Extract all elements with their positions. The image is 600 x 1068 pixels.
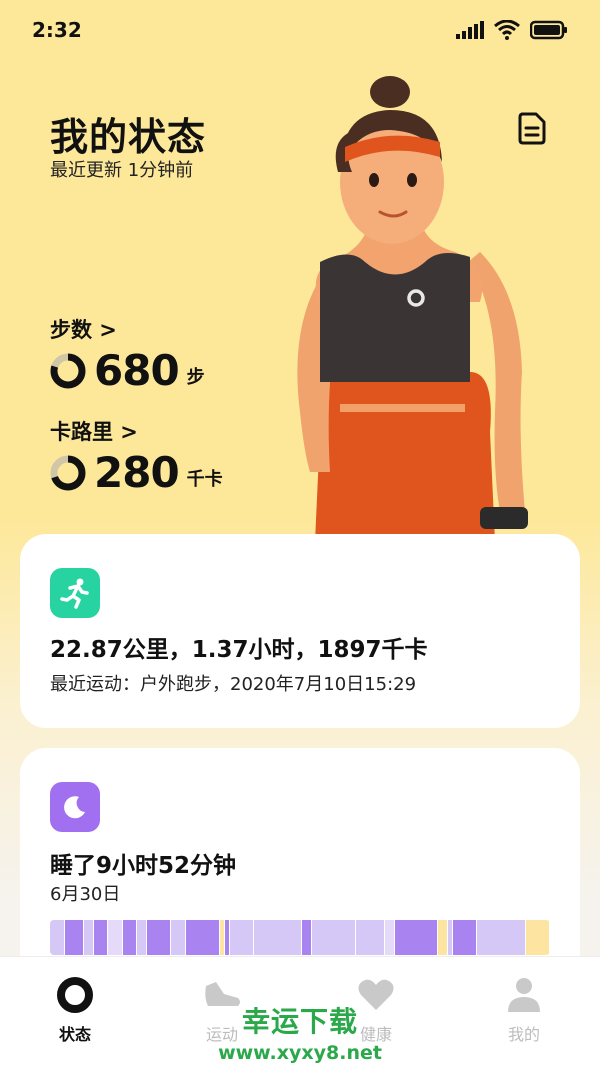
person-icon xyxy=(504,975,544,1015)
calories-link[interactable]: 卡路里 > xyxy=(50,416,138,446)
sleep-stage-bar xyxy=(50,920,550,955)
steps-unit: 步 xyxy=(186,366,205,388)
sleep-segment xyxy=(147,920,172,955)
tab-health-label: 健康 xyxy=(359,1025,392,1044)
sleep-segment xyxy=(253,920,303,955)
steps-progress-ring xyxy=(50,353,86,388)
wifi-icon xyxy=(494,20,520,40)
calories-metric: 280 千卡 xyxy=(50,448,223,497)
last-updated-text: 最近更新 1分钟前 xyxy=(50,160,194,181)
tab-workout[interactable]: 运动 xyxy=(172,975,272,1045)
moon-icon-badge xyxy=(50,782,100,832)
calories-value: 280 xyxy=(94,448,180,497)
steps-link[interactable]: 步数 > xyxy=(50,314,117,344)
workout-detail: 最近运动：户外跑步，2020年7月10日15:29 xyxy=(50,674,417,695)
status-ring-icon xyxy=(55,975,95,1015)
avatar-illustration xyxy=(297,76,528,542)
sleep-segment xyxy=(64,920,84,955)
page-title: 我的状态 xyxy=(50,115,207,159)
tab-me-label: 我的 xyxy=(507,1025,540,1044)
heart-icon xyxy=(356,975,396,1015)
sleep-segment xyxy=(50,920,65,955)
tab-me[interactable]: 我的 xyxy=(474,975,574,1045)
sleep-segment xyxy=(185,920,220,955)
workout-summary: 22.87公里，1.37小时，1897千卡 xyxy=(50,637,428,663)
sleep-segment xyxy=(452,920,478,955)
workout-card[interactable]: 22.87公里，1.37小时，1897千卡 最近运动：户外跑步，2020年7月1… xyxy=(20,534,580,728)
sleep-segment xyxy=(108,920,123,955)
sleep-segment xyxy=(122,920,138,955)
sleep-segment xyxy=(137,920,148,955)
status-time: 2:32 xyxy=(32,18,82,42)
sleep-segment xyxy=(229,920,254,955)
tab-status[interactable]: 状态 xyxy=(25,975,125,1045)
sleep-segment xyxy=(477,920,526,955)
shoe-icon xyxy=(202,975,242,1015)
calories-unit: 千卡 xyxy=(186,468,223,490)
signal-icon xyxy=(456,21,484,39)
status-icons xyxy=(456,20,568,40)
sleep-date: 6月30日 xyxy=(50,884,121,905)
running-icon xyxy=(60,578,89,609)
status-bar: 2:32 xyxy=(0,0,600,60)
sleep-segment xyxy=(302,920,313,955)
sleep-segment xyxy=(171,920,186,955)
tab-status-label: 状态 xyxy=(58,1025,91,1044)
running-icon-badge xyxy=(50,568,100,618)
sleep-summary: 睡了9小时52分钟 xyxy=(50,853,237,879)
tab-workout-label: 运动 xyxy=(205,1025,238,1044)
sleep-segment xyxy=(384,920,395,955)
battery-icon xyxy=(530,20,567,40)
steps-metric: 680 步 xyxy=(50,346,205,395)
sleep-segment xyxy=(355,920,385,955)
steps-value: 680 xyxy=(94,346,180,395)
sleep-segment xyxy=(394,920,439,955)
sleep-segment xyxy=(438,920,448,955)
sleep-segment xyxy=(93,920,109,955)
moon-icon xyxy=(64,796,85,819)
tab-health[interactable]: 健康 xyxy=(326,975,426,1045)
sleep-segment xyxy=(83,920,94,955)
sleep-segment xyxy=(312,920,356,955)
calories-progress-ring xyxy=(50,455,86,490)
sleep-segment xyxy=(525,920,550,955)
bottom-tab-bar: 状态 运动 健康 我的 xyxy=(0,956,600,1068)
